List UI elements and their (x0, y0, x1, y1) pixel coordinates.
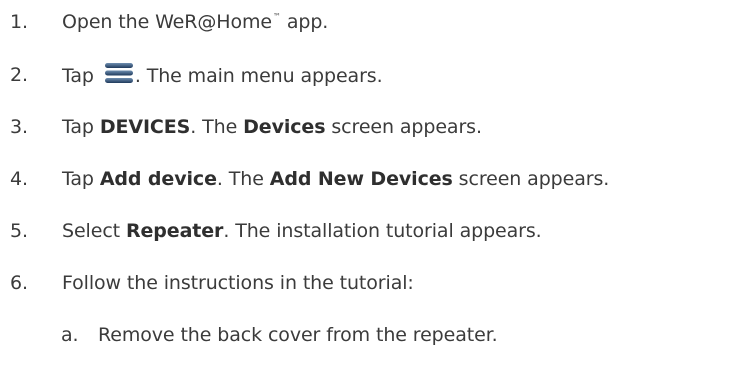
step-3: 3. Tap DEVICES. The Devices screen appea… (0, 111, 482, 143)
step-text: Tap DEVICES. The Devices screen appears. (62, 116, 482, 138)
step-6: 6. Follow the instructions in the tutori… (0, 267, 414, 299)
bold-term: DEVICES (99, 116, 191, 138)
step-number: 5. (10, 220, 28, 242)
step-text: Tap Add device. The Add New Devices scre… (62, 168, 610, 190)
trademark-symbol: ™ (272, 12, 281, 21)
step-number: 4. (10, 168, 28, 190)
step-4: 4. Tap Add device. The Add New Devices s… (0, 163, 609, 195)
step-text: Select Repeater. The installation tutori… (62, 220, 542, 242)
step-text: Open the WeR@Home™ app. (62, 11, 329, 33)
step-number: 1. (10, 11, 28, 33)
bold-term: Devices (243, 116, 326, 138)
substep-letter: a. (61, 324, 79, 346)
bold-term: Repeater (125, 220, 224, 242)
hamburger-menu-icon (104, 62, 134, 89)
step-text: Tap . The main menu appears. (62, 62, 383, 89)
instruction-list: 1. Open the WeR@Home™ app. 2. Tap . The … (0, 0, 746, 378)
bold-term: Add New Devices (269, 168, 453, 190)
substep-text: Remove the back cover from the repeater. (98, 324, 498, 346)
step-2: 2. Tap . The main menu appears. (0, 59, 383, 91)
step-number: 2. (10, 64, 28, 86)
substep-a: a. Remove the back cover from the repeat… (0, 319, 498, 351)
step-number: 6. (10, 272, 28, 294)
step-number: 3. (10, 116, 28, 138)
step-1: 1. Open the WeR@Home™ app. (0, 6, 328, 38)
step-text: Follow the instructions in the tutorial: (62, 272, 414, 294)
step-5: 5. Select Repeater. The installation tut… (0, 215, 542, 247)
bold-term: Add device (99, 168, 217, 190)
